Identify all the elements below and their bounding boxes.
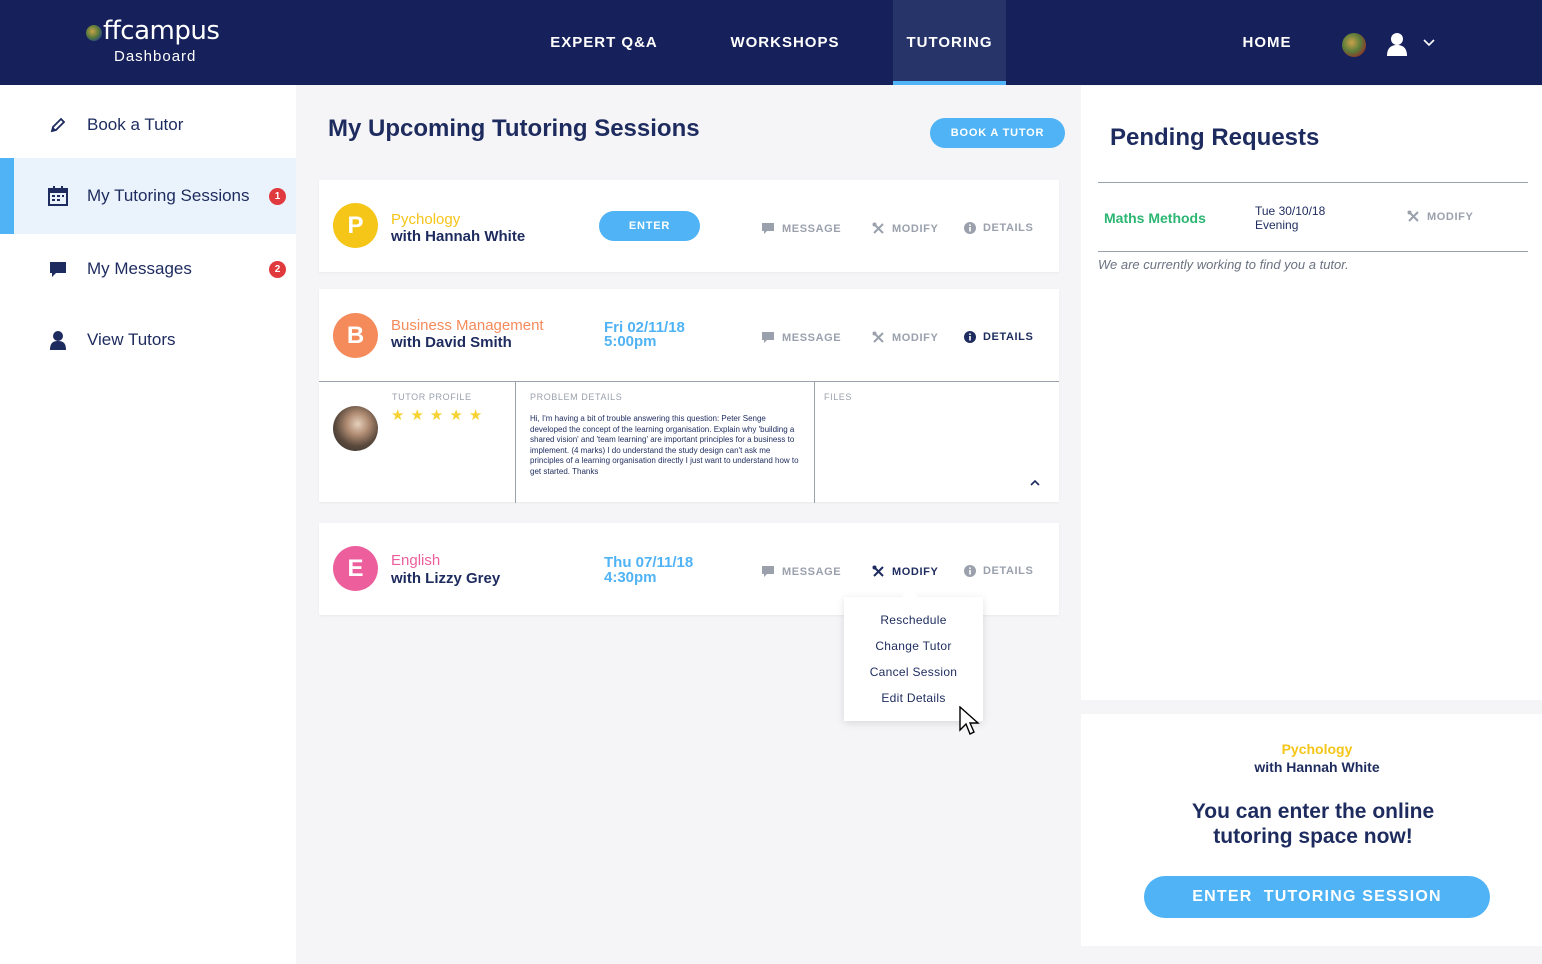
book-tutor-button[interactable]: BOOK A TUTOR [930,118,1065,148]
menu-item-cancel-session[interactable]: Cancel Session [844,665,983,679]
subject-initial-avatar: B [333,313,378,358]
tools-icon [1407,210,1419,222]
request-subject: Maths Methods [1104,210,1206,226]
language-globe-icon[interactable] [1342,33,1366,57]
nav-tutoring[interactable]: TUTORING [893,0,1006,85]
star-icon: ★ [391,407,405,424]
info-icon [964,565,976,577]
globe-icon [86,25,102,41]
message-action[interactable]: MESSAGE [761,331,841,344]
divider [1098,251,1528,252]
logo[interactable]: ffcampus Dashboard [86,16,220,65]
sidebar-item-label: Book a Tutor [87,115,184,134]
session-subject: English [391,552,441,569]
pending-requests-title: Pending Requests [1110,124,1320,151]
pencil-icon [47,114,69,136]
session-time: 4:30pm [604,569,657,586]
modify-action[interactable]: MODIFY [872,565,938,578]
request-status-note: We are currently working to find you a t… [1098,257,1349,272]
session-subject: Pychology [391,211,461,228]
tools-icon [872,222,884,234]
nav-expert-qa[interactable]: EXPERT Q&A [540,0,668,85]
tutor-rating: ★ ★ ★ ★ ★ [391,408,482,423]
session-details-panel: TUTOR PROFILE ★ ★ ★ ★ ★ PROBLEM DETAILS … [319,381,1059,503]
user-icon[interactable] [1386,32,1408,56]
session-date: Thu 07/11/18 [604,554,694,571]
upcoming-subject: Pychology [1281,741,1353,757]
menu-item-change-tutor[interactable]: Change Tutor [844,639,983,653]
calendar-icon [47,185,69,207]
details-action[interactable]: DETAILS [964,331,1033,343]
session-tutor: with Hannah White [391,228,526,245]
session-time: 5:00pm [604,333,657,350]
nav-workshops[interactable]: WORKSHOPS [716,0,854,85]
chat-icon [47,258,69,280]
tutor-profile-label: TUTOR PROFILE [392,392,472,402]
logo-text: ffcampus [103,16,220,46]
modify-action[interactable]: MODIFY [872,222,938,235]
mouse-cursor-icon [959,706,980,735]
page-title: My Upcoming Tutoring Sessions [328,115,700,142]
details-action[interactable]: DETAILS [964,565,1033,577]
sidebar: Book a Tutor My Tutoring Sessions 1 My M… [0,85,296,964]
request-modify-action[interactable]: MODIFY [1407,210,1473,223]
pending-requests-panel: Pending Requests Maths Methods Tue 30/10… [1081,86,1542,700]
enter-tutoring-session-button[interactable]: ENTER TUTORING SESSION [1144,876,1490,918]
chevron-up-icon[interactable] [1029,479,1041,487]
info-icon [964,331,976,343]
sidebar-item-book-tutor[interactable]: Book a Tutor [0,87,296,163]
enter-session-panel: Pychology with Hannah White You can ente… [1081,714,1542,946]
menu-item-reschedule[interactable]: Reschedule [844,613,983,627]
sidebar-item-my-messages[interactable]: My Messages 2 [0,231,296,307]
sidebar-item-my-sessions[interactable]: My Tutoring Sessions 1 [0,158,296,234]
notification-badge: 2 [269,260,286,278]
info-icon [964,222,976,234]
sidebar-item-label: My Messages [87,259,192,278]
chevron-down-icon[interactable] [1422,38,1436,48]
sidebar-item-label: My Tutoring Sessions [87,186,250,205]
session-card-business: B Business Management with David Smith F… [319,289,1059,503]
chat-icon [762,566,774,577]
sidebar-item-label: View Tutors [87,330,176,349]
session-tutor: with David Smith [391,334,512,351]
session-subject: Business Management [391,317,544,334]
subject-initial-avatar: P [333,203,378,248]
enter-session-button[interactable]: ENTER [599,211,700,241]
files-label: FILES [824,392,853,402]
sidebar-item-view-tutors[interactable]: View Tutors [0,302,296,378]
star-icon: ★ [468,407,483,424]
star-icon: ★ [429,407,444,424]
enter-now-message: You can enter the online tutoring space … [1191,800,1435,848]
divider [515,382,516,503]
logo-subtitle: Dashboard [114,48,197,65]
message-action[interactable]: MESSAGE [761,565,841,578]
chat-icon [762,223,774,234]
session-card-psychology: P Pychology with Hannah White ENTER MESS… [319,180,1059,272]
tutor-avatar[interactable] [333,406,378,451]
notification-badge: 1 [269,187,286,205]
menu-item-edit-details[interactable]: Edit Details [844,691,983,705]
problem-details-label: PROBLEM DETAILS [530,392,623,402]
divider [814,382,815,503]
modify-dropdown-menu: Reschedule Change Tutor Cancel Session E… [844,589,983,721]
problem-details-text: Hi, I'm having a bit of trouble answerin… [530,414,799,476]
person-icon [47,329,69,351]
star-icon: ★ [449,407,463,424]
subject-initial-avatar: E [333,546,378,591]
top-nav-bar: ffcampus Dashboard EXPERT Q&A WORKSHOPS … [0,0,1542,85]
message-action[interactable]: MESSAGE [761,222,841,235]
request-date: Tue 30/10/18 Evening [1255,204,1326,232]
chat-icon [762,332,774,343]
details-action[interactable]: DETAILS [964,222,1033,234]
tools-icon [872,565,884,577]
tools-icon [872,331,884,343]
divider [1098,182,1528,183]
upcoming-tutor: with Hannah White [1254,759,1380,775]
nav-home[interactable]: HOME [1230,0,1304,85]
session-tutor: with Lizzy Grey [391,570,501,587]
star-icon: ★ [410,407,424,424]
modify-action[interactable]: MODIFY [872,331,938,344]
